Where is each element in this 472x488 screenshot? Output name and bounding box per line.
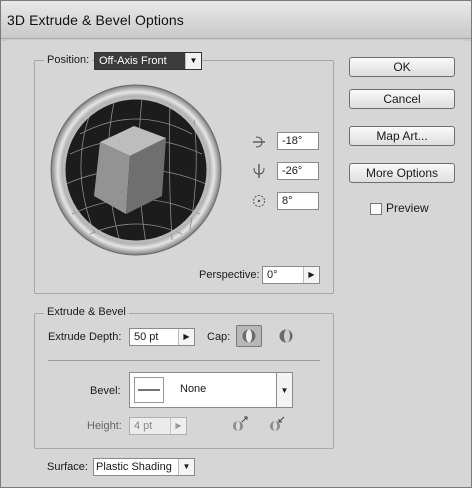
- extrude-depth-field[interactable]: 50 pt ▶: [129, 328, 195, 346]
- perspective-field[interactable]: 0° ▶: [262, 266, 320, 284]
- bevel-dropdown[interactable]: None ▼: [129, 372, 293, 408]
- cap-off-icon: [279, 329, 293, 343]
- rotate-x-axis-icon: [250, 133, 268, 151]
- surface-label: Surface:: [47, 461, 88, 473]
- rotation-trackball[interactable]: [50, 84, 222, 256]
- cap-label: Cap:: [207, 331, 231, 343]
- position-value: Off-Axis Front: [97, 55, 169, 67]
- chevron-down-icon: ▼: [178, 459, 194, 475]
- bevel-none-icon: [134, 377, 164, 403]
- height-label: Height:: [87, 420, 122, 432]
- height-value: 4 pt: [134, 420, 153, 432]
- rotation-x-field[interactable]: -18°: [277, 132, 319, 150]
- chevron-right-icon[interactable]: ▶: [303, 267, 319, 283]
- chevron-right-icon[interactable]: ▶: [178, 329, 194, 345]
- surface-dropdown[interactable]: Plastic Shading ▼: [93, 458, 195, 476]
- cap-off-button[interactable]: [274, 325, 298, 347]
- perspective-value: 0°: [267, 269, 278, 281]
- preview-checkbox[interactable]: [370, 203, 382, 215]
- rotation-z-field[interactable]: 8°: [277, 192, 319, 210]
- ok-button[interactable]: OK: [349, 57, 455, 77]
- bevel-label: Bevel:: [90, 385, 121, 397]
- height-field[interactable]: 4 pt ▶: [129, 417, 187, 435]
- chevron-right-icon[interactable]: ▶: [170, 418, 186, 434]
- perspective-label: Perspective:: [199, 269, 260, 281]
- rotate-y-axis-icon: [250, 162, 268, 180]
- bevel-extent-in-icon[interactable]: [265, 412, 289, 436]
- map-art-button[interactable]: Map Art...: [349, 126, 455, 146]
- extrude-depth-label: Extrude Depth:: [48, 331, 122, 343]
- position-dropdown[interactable]: Off-Axis Front ▼: [94, 52, 202, 70]
- rotation-y-field[interactable]: -26°: [277, 162, 319, 180]
- bevel-value: None: [180, 383, 207, 395]
- position-label: Position:: [44, 54, 93, 66]
- chevron-down-icon[interactable]: ▼: [276, 373, 292, 407]
- dialog-title: 3D Extrude & Bevel Options: [7, 12, 184, 28]
- title-bar[interactable]: 3D Extrude & Bevel Options: [1, 1, 471, 39]
- divider: [48, 360, 320, 361]
- surface-value: Plastic Shading: [96, 461, 172, 473]
- rotation-z-value: 8°: [282, 195, 293, 207]
- cap-on-icon: [242, 329, 256, 343]
- rotation-y-value: -26°: [282, 165, 303, 177]
- cap-on-button[interactable]: [236, 325, 262, 347]
- extrude-bevel-legend: Extrude & Bevel: [44, 306, 129, 318]
- extrude-depth-value: 50 pt: [134, 331, 159, 343]
- more-options-button[interactable]: More Options: [349, 163, 455, 183]
- chevron-down-icon: ▼: [185, 53, 201, 69]
- rotation-x-value: -18°: [282, 135, 303, 147]
- bevel-extent-out-icon[interactable]: [228, 412, 252, 436]
- preview-label[interactable]: Preview: [386, 201, 429, 215]
- rotate-z-axis-icon: [250, 192, 268, 210]
- cancel-button[interactable]: Cancel: [349, 89, 455, 109]
